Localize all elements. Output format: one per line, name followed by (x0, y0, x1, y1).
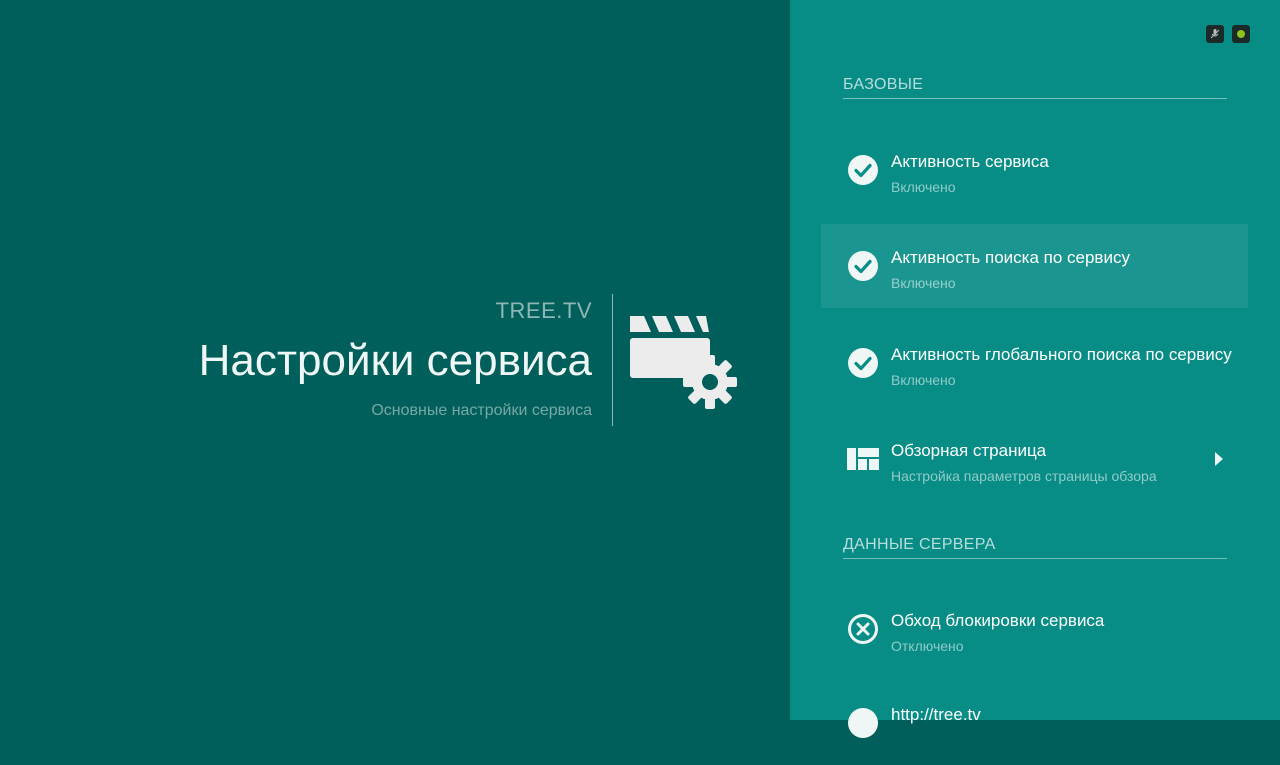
setting-service-activity[interactable]: Активность сервиса Включено (821, 128, 1248, 212)
setting-status: Включено (891, 275, 956, 291)
chevron-right-icon (1215, 452, 1223, 466)
setting-status: Включено (891, 179, 956, 195)
setting-overview-page[interactable]: Обзорная страница Настройка параметров с… (821, 417, 1248, 501)
settings-panel: БАЗОВЫЕ Активность сервиса Включено Акти… (790, 0, 1280, 738)
setting-title: http://tree.tv (891, 705, 981, 724)
hero-divider (612, 294, 613, 426)
section-header-server-data: ДАННЫЕ СЕРВЕРА (843, 536, 1227, 559)
check-circle-icon (848, 251, 878, 281)
section-header-basic: БАЗОВЫЕ (843, 76, 1227, 99)
dashboard-layout-icon (847, 448, 879, 470)
setting-server-url[interactable]: http://tree.tv (821, 681, 1248, 765)
setting-status: Отключено (891, 638, 964, 654)
network-indicator-icon (1232, 25, 1250, 43)
setting-title: Обход блокировки сервиса (891, 611, 1105, 630)
circle-icon (848, 708, 878, 738)
app-name: TREE.TV (495, 298, 592, 323)
setting-status: Настройка параметров страницы обзора (891, 468, 1157, 484)
mic-off-icon (1206, 25, 1224, 43)
setting-search-activity[interactable]: Активность поиска по сервису Включено (821, 224, 1248, 308)
setting-bypass-blocking[interactable]: Обход блокировки сервиса Отключено (821, 587, 1248, 671)
check-circle-icon (848, 348, 878, 378)
status-bar (1206, 25, 1250, 43)
setting-status: Включено (891, 372, 956, 388)
setting-global-search-activity[interactable]: Активность глобального поиска по сервису… (821, 321, 1248, 405)
x-circle-icon (848, 614, 878, 644)
clapperboard-gear-icon (630, 316, 737, 409)
check-circle-icon (848, 155, 878, 185)
hero-text: TREE.TV Настройки сервиса Основные настр… (132, 296, 592, 420)
page-title: Настройки сервиса (198, 336, 592, 385)
setting-title: Активность сервиса (891, 152, 1049, 171)
setting-title: Обзорная страница (891, 441, 1047, 460)
hero-panel: TREE.TV Настройки сервиса Основные настр… (0, 0, 790, 720)
page-subtitle: Основные настройки сервиса (371, 402, 592, 419)
setting-title: Активность глобального поиска по сервису (891, 345, 1232, 364)
setting-title: Активность поиска по сервису (891, 248, 1130, 267)
